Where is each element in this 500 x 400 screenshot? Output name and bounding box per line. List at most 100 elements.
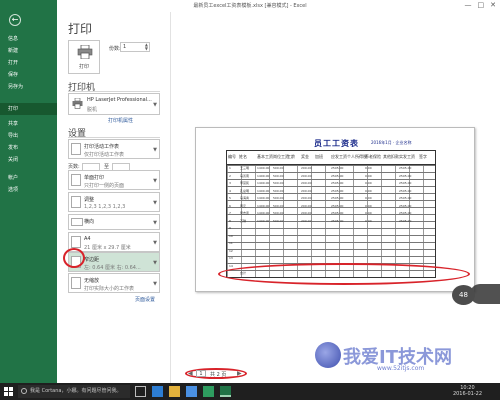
table-cell: 500.00 [273, 203, 284, 208]
window-title: 最新员工excel工资表模板.xlsx [兼容模式] - Excel [193, 3, 307, 9]
table-cell: 1400.00 [257, 203, 270, 208]
chevron-down-icon: ▼ [153, 147, 157, 153]
print-scope-select[interactable]: 打印活动工作表 仅打印活动工作表 ▼ [68, 139, 160, 159]
table-row-number: 13 [229, 256, 233, 260]
sidebar-item-export[interactable]: 导出 [0, 130, 57, 142]
table-header-cell: 养老保险 [365, 154, 381, 159]
table-cell: 2505.00 [331, 188, 344, 193]
maximize-button[interactable]: □ [478, 1, 485, 9]
excel-taskbar-icon[interactable] [220, 386, 231, 397]
table-cell: 500.00 [273, 181, 284, 185]
table-cell: 500.00 [273, 173, 284, 178]
sidebar-item-share[interactable]: 共享 [0, 118, 57, 130]
copies-value: 1 [123, 44, 127, 50]
app-icon[interactable] [203, 386, 214, 397]
sidebar-item-info[interactable]: 信息 [0, 33, 57, 45]
task-view-icon[interactable] [135, 386, 146, 397]
duplex-select[interactable]: 单面打印 只打印一侧的页面 ▼ [68, 170, 160, 190]
salary-table: 编号 姓名 基本工资 岗位工资 工龄 奖金 加班 应发工资 个人所得税 养老保险 其他扣款 实发工资签… [226, 150, 436, 278]
edge-browser-icon[interactable] [152, 386, 163, 397]
table-cell: 1400.00 [257, 188, 270, 193]
cortana-search-box[interactable]: 我是 Cortana，小娜。有问题尽管问我。 [18, 385, 130, 398]
print-button[interactable]: 打印 [68, 40, 100, 74]
table-cell: 2505.00 [331, 196, 344, 200]
windows-start-icon[interactable] [4, 387, 13, 396]
table-cell: 2505.00 [331, 181, 344, 185]
landscape-icon [71, 218, 83, 226]
table-row-name: 马善南 [240, 173, 250, 178]
settings-divider [68, 137, 160, 138]
copies-input[interactable]: 1 ▲ ▼ [120, 42, 150, 52]
table-row-number: 2 [229, 173, 231, 178]
table-cell: 200.00 [301, 196, 312, 200]
sheet-icon [71, 143, 81, 155]
table-cell: 0.00 [365, 181, 372, 185]
orientation-select[interactable]: 横向 ▼ [68, 214, 160, 230]
current-page-input[interactable]: 1 [196, 370, 206, 377]
printer-select[interactable]: HP LaserJet Professional... 脱机 ▼ [68, 93, 160, 115]
table-row-number: 6 [229, 203, 231, 208]
sidebar-item-publish[interactable]: 发布 [0, 142, 57, 154]
printer-status: 脱机 [87, 107, 98, 113]
table-cell: 2505.00 [399, 188, 412, 193]
taskbar: 我是 Cortana，小娜。有问题尽管问我。 10:20 2016-01-22 [0, 383, 500, 400]
scaling-icon [71, 277, 81, 289]
close-button[interactable]: ✕ [490, 1, 496, 9]
table-row-name: 黄元 [240, 203, 247, 208]
copies-spinner-icon[interactable]: ▲ ▼ [145, 43, 148, 51]
sidebar-item-new[interactable]: 新建 [0, 45, 57, 57]
table-cell: 200.00 [301, 211, 312, 215]
table-row-name: 吴志武 [240, 211, 250, 215]
table-cell: 200.00 [301, 173, 312, 178]
table-cell: 200.00 [301, 188, 312, 193]
sidebar-item-print[interactable]: 打印 [0, 103, 57, 115]
next-page-icon[interactable]: ▶ [237, 370, 242, 377]
page-setup-link[interactable]: 页面设置 [135, 296, 155, 303]
table-cell: 500.00 [273, 211, 284, 215]
prev-page-icon[interactable]: ◀ [188, 370, 193, 377]
table-cell: 0.00 [365, 211, 372, 215]
system-clock[interactable]: 10:20 2016-01-22 [453, 385, 482, 397]
sidebar-item-close[interactable]: 关闭 [0, 154, 57, 166]
collate-select[interactable]: 调整 1,2,3 1,2,3 1,2,3 ▼ [68, 192, 160, 212]
sidebar-item-save-as[interactable]: 另存为 [0, 81, 57, 93]
table-cell: 2505.00 [331, 166, 344, 170]
sidebar-item-save[interactable]: 保存 [0, 69, 57, 81]
table-header-cell: 签字 [419, 154, 427, 159]
table-cell: 2505.00 [331, 173, 344, 178]
printer-properties-link[interactable]: 打印机属性 [108, 117, 133, 124]
table-cell: 2505.00 [399, 181, 412, 185]
printer-icon [72, 98, 83, 109]
table-row-number: 11 [229, 241, 233, 245]
table-row-number: 8 [229, 218, 231, 223]
scaling-select[interactable]: 无缩放 打印实际大小的工作表 ▼ [68, 273, 160, 293]
chevron-down-icon: ▼ [153, 178, 157, 184]
back-arrow-icon[interactable]: ← [9, 14, 21, 26]
table-cell: 2505.00 [399, 203, 412, 208]
sidebar-item-open[interactable]: 打开 [0, 57, 57, 69]
table-header-cell: 编号 [228, 154, 236, 159]
table-row-name: 马海青 [240, 196, 250, 200]
option-description: 左: 0.64 厘米 右: 0.64... [84, 265, 141, 271]
paper-size-select[interactable]: A4 21 厘米 x 29.7 厘米 ▼ [68, 232, 160, 252]
sidebar-item-account[interactable]: 帐户 [0, 172, 57, 184]
printer-name: HP LaserJet Professional... [87, 97, 152, 103]
table-row-number: 4 [229, 188, 231, 193]
table-cell: 2505.00 [399, 211, 412, 215]
table-cell: 200.00 [301, 218, 312, 223]
table-cell: 1400.00 [257, 181, 270, 185]
option-label: 窄边距 [84, 257, 100, 263]
option-description: 21 厘米 x 29.7 厘米 [84, 245, 131, 251]
collate-icon [71, 196, 81, 208]
option-description: 只打印一侧的页面 [84, 183, 125, 189]
store-icon[interactable] [186, 386, 197, 397]
zoom-badge[interactable]: 48 [452, 285, 475, 305]
minimize-button[interactable]: — [465, 1, 472, 9]
table-header-cell: 应发工资 [331, 154, 347, 159]
file-explorer-icon[interactable] [169, 386, 180, 397]
table-header-cell: 实发工资 [399, 154, 415, 159]
copies-label: 份数: [109, 46, 121, 52]
table-row-name: 王三明 [240, 166, 250, 170]
page-total: 共 2 页 [210, 372, 227, 378]
sidebar-item-options[interactable]: 选项 [0, 184, 57, 196]
